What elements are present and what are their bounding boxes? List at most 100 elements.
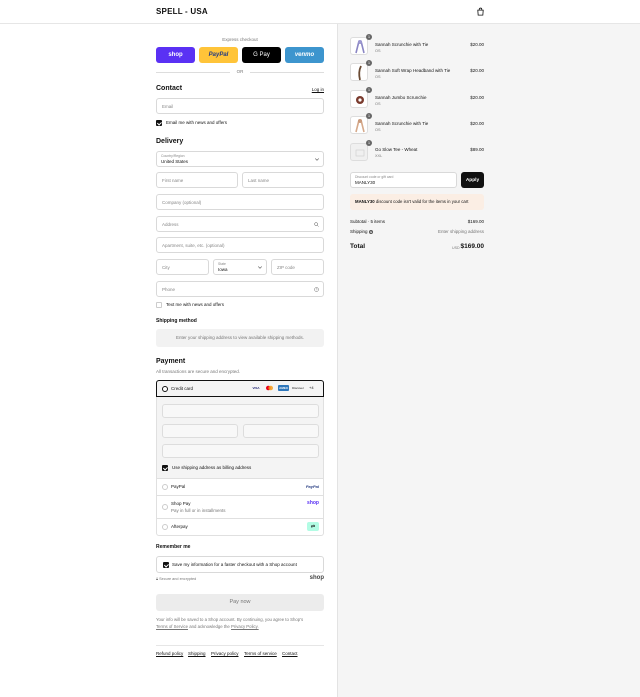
item-quantity-badge: 1	[366, 60, 372, 66]
footer-terms-link[interactable]: Terms of service	[244, 651, 277, 656]
country-label: Country/Region	[161, 154, 185, 158]
address-field[interactable]: Address	[156, 216, 324, 232]
pay-now-button[interactable]: Pay now	[156, 594, 324, 611]
card-number-field[interactable]	[162, 404, 319, 418]
payment-subtitle: All transactions are secure and encrypte…	[156, 369, 241, 374]
discount-code-label: Discount code or gift card	[355, 175, 394, 179]
brand-logo[interactable]: SPELL - USA	[156, 7, 208, 16]
save-info-checkbox[interactable]	[163, 562, 169, 568]
item-quantity-badge: 1	[366, 113, 372, 119]
total-value: $169.00	[460, 243, 485, 250]
item-name: Sannah Soft Wrap Headband with Tie	[375, 68, 451, 73]
billing-same-checkbox[interactable]	[162, 465, 168, 471]
sms-checkbox[interactable]	[156, 302, 162, 308]
state-label: State	[218, 262, 226, 266]
secure-text: Secure and encrypted	[159, 577, 197, 581]
amex-icon: AMEX	[278, 385, 289, 391]
privacy-policy-link[interactable]: Privacy Policy.	[231, 624, 259, 629]
shop-logo: shop	[309, 575, 324, 581]
pay-now-label: Pay now	[229, 599, 251, 605]
headband-image	[358, 65, 362, 81]
footer-refund-policy-link[interactable]: Refund policy	[156, 651, 183, 656]
shop-pay-option-label: Shop Pay	[171, 501, 191, 506]
item-thumbnail	[350, 143, 368, 161]
item-variant: OS	[375, 49, 381, 53]
shipping-label: Shipping ?	[350, 229, 373, 234]
card-security-code-field[interactable]	[243, 424, 319, 438]
save-info-label: Save my information for a faster checkou…	[172, 562, 297, 567]
remember-me-heading: Remember me	[156, 544, 191, 550]
afterpay-option[interactable]: Afterpay ⇄	[156, 519, 324, 536]
svg-text:?: ?	[316, 288, 318, 292]
last-name-field[interactable]: Last name	[242, 172, 324, 188]
item-thumbnail	[350, 37, 368, 55]
credit-card-radio[interactable]	[162, 386, 168, 392]
company-field[interactable]: Company (optional)	[156, 194, 324, 210]
credit-card-option[interactable]: Credit card VISA AMEX Discover +4	[156, 380, 324, 397]
country-value: United States	[161, 159, 189, 164]
newsletter-checkbox[interactable]	[156, 120, 162, 126]
phone-field[interactable]: Phone ?	[156, 281, 324, 297]
address-placeholder: Address	[162, 222, 179, 227]
item-variant: OS	[375, 102, 381, 106]
terms-of-service-link[interactable]: Terms of Service	[156, 624, 188, 629]
state-select[interactable]: State Iowa	[213, 259, 267, 275]
item-quantity-badge: 1	[366, 34, 372, 40]
shop-pay-option[interactable]: Shop Pay Pay in full or in installments …	[156, 496, 324, 519]
shipping-method-placeholder: Enter your shipping address to view avai…	[156, 329, 324, 347]
apartment-placeholder: Apartment, suite, etc. (optional)	[162, 243, 225, 248]
more-cards-count: +4	[309, 385, 314, 390]
lock-icon: 🔒︎	[156, 577, 159, 581]
legal-text-1: Your info will be saved to a Shop accoun…	[156, 617, 304, 622]
item-name: Go Slow Tee - Wheat	[375, 147, 418, 152]
site-header: SPELL - USA	[0, 0, 640, 24]
discount-error-code: MANLY30	[355, 199, 375, 204]
sms-label: Text me with news and offers	[166, 302, 224, 307]
info-icon[interactable]: ?	[368, 229, 373, 234]
item-thumbnail	[350, 116, 368, 134]
legal-text-2: and acknowledge the	[189, 624, 230, 629]
email-field[interactable]: Email	[156, 98, 324, 114]
discount-code-field[interactable]: Discount code or gift card MANLY30	[350, 172, 457, 188]
express-checkout-label: Express checkout	[222, 37, 258, 42]
card-details-panel: Use shipping address as billing address	[156, 397, 324, 479]
item-thumbnail	[350, 90, 368, 108]
help-icon[interactable]: ?	[314, 287, 319, 292]
afterpay-logo-icon: ⇄	[307, 522, 319, 531]
visa-icon: VISA	[252, 386, 260, 390]
first-name-field[interactable]: First name	[156, 172, 238, 188]
shopping-bag-icon[interactable]	[476, 7, 485, 16]
scrunchie-image	[355, 119, 365, 133]
apartment-field[interactable]: Apartment, suite, etc. (optional)	[156, 237, 324, 253]
footer-privacy-policy-link[interactable]: Privacy policy	[211, 651, 239, 656]
paypal-button[interactable]: PayPal	[199, 47, 238, 63]
google-pay-button[interactable]: G Pay	[242, 47, 281, 63]
shop-pay-radio[interactable]	[162, 504, 168, 510]
login-link[interactable]: Log in	[312, 87, 324, 92]
footer-shipping-link[interactable]: Shipping	[188, 651, 206, 656]
shop-pay-subtitle: Pay in full or in installments	[171, 508, 226, 513]
credit-card-label: Credit card	[171, 386, 194, 391]
remember-me-box: Save my information for a faster checkou…	[156, 556, 324, 573]
last-name-placeholder: Last name	[248, 178, 270, 183]
footer-contact-link[interactable]: Contact	[282, 651, 298, 656]
shop-pay-button[interactable]: shop	[156, 47, 195, 63]
secure-note: 🔒︎ Secure and encrypted	[156, 577, 196, 581]
shipping-value: Enter shipping address	[437, 229, 484, 234]
card-name-field[interactable]	[162, 444, 319, 458]
zip-field[interactable]: ZIP code	[271, 259, 324, 275]
total-label: Total	[350, 243, 366, 250]
paypal-option[interactable]: PayPal PayPal	[156, 479, 324, 496]
city-field[interactable]: City	[156, 259, 209, 275]
google-pay-label: G Pay	[253, 52, 270, 58]
apply-button[interactable]: Apply	[461, 172, 484, 188]
paypal-radio[interactable]	[162, 484, 168, 490]
card-expiry-field[interactable]	[162, 424, 238, 438]
item-price: $20.00	[470, 95, 484, 100]
venmo-button[interactable]: venmo	[285, 47, 324, 63]
discount-code-value: MANLY30	[355, 180, 376, 185]
shipping-method-heading: Shipping method	[156, 318, 197, 324]
item-thumbnail	[350, 63, 368, 81]
country-select[interactable]: Country/Region United States	[156, 151, 324, 167]
afterpay-radio[interactable]	[162, 524, 168, 530]
